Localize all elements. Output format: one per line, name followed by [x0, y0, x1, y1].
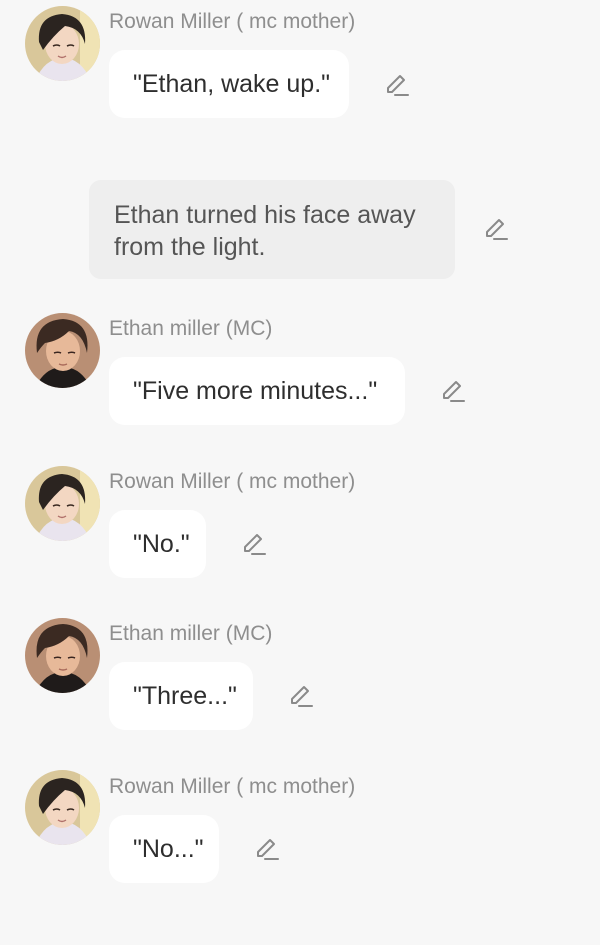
mother-avatar-icon[interactable] [25, 6, 100, 81]
ethan-avatar-icon[interactable] [25, 618, 100, 693]
message-bubble[interactable]: "Three..." [109, 662, 253, 730]
message-bubble[interactable]: "Ethan, wake up." [109, 50, 349, 118]
chat-screen: Rowan Miller ( mc mother) "Ethan, wake u… [0, 0, 600, 945]
message-bubble[interactable]: "No." [109, 510, 206, 578]
speaker-name: Ethan miller (MC) [109, 317, 273, 340]
pencil-edit-icon[interactable] [482, 215, 510, 243]
mother-avatar-icon[interactable] [25, 770, 100, 845]
message-bubble[interactable]: "No..." [109, 815, 219, 883]
mother-avatar-icon[interactable] [25, 466, 100, 541]
ethan-avatar-icon[interactable] [25, 313, 100, 388]
speaker-name: Rowan Miller ( mc mother) [109, 775, 356, 798]
speaker-name: Rowan Miller ( mc mother) [109, 10, 356, 33]
speaker-name: Ethan miller (MC) [109, 622, 273, 645]
pencil-edit-icon[interactable] [253, 835, 281, 863]
pencil-edit-icon[interactable] [240, 530, 268, 558]
pencil-edit-icon[interactable] [287, 682, 315, 710]
pencil-edit-icon[interactable] [439, 377, 467, 405]
speaker-name: Rowan Miller ( mc mother) [109, 470, 356, 493]
message-bubble[interactable]: "Five more minutes..." [109, 357, 405, 425]
narration-bubble[interactable]: Ethan turned his face away from the ligh… [89, 180, 455, 279]
pencil-edit-icon[interactable] [383, 71, 411, 99]
